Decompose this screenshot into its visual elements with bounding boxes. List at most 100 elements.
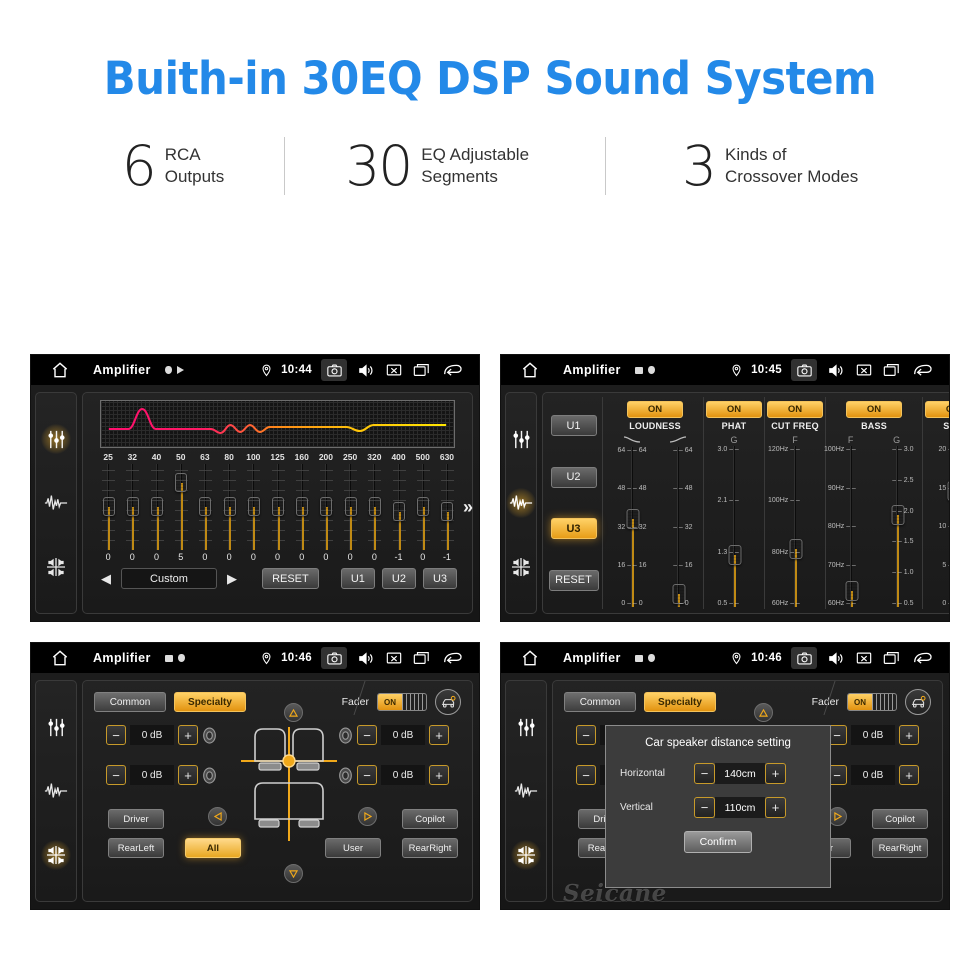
eq-slider-track[interactable] — [440, 464, 454, 550]
seat-button-user[interactable]: User — [325, 838, 381, 858]
eq-slider-track[interactable] — [247, 464, 261, 550]
horizontal-minus-button[interactable]: − — [694, 763, 715, 784]
volume-icon[interactable] — [356, 649, 375, 668]
minus-button-rear-right[interactable]: − — [357, 765, 377, 785]
waveform-icon[interactable] — [511, 776, 541, 806]
eq-slider-knob[interactable] — [368, 497, 381, 516]
vertical-plus-button[interactable]: + — [765, 797, 786, 818]
left-triangle-icon[interactable] — [208, 807, 227, 826]
eq-slider[interactable] — [193, 464, 217, 552]
home-icon[interactable] — [49, 648, 71, 668]
recents-icon[interactable] — [412, 361, 431, 380]
dsp-toggle-loudness[interactable]: ON — [627, 401, 683, 418]
seat-button-rearleft[interactable]: RearLeft — [108, 838, 164, 858]
eq-slider[interactable] — [169, 464, 193, 552]
eq-slider-track[interactable] — [126, 464, 140, 550]
dsp-slider[interactable]: 120Hz –100Hz –80Hz –60Hz – – – – – — [768, 446, 818, 607]
eq-slider-knob[interactable] — [344, 497, 357, 516]
up-triangle-icon[interactable] — [754, 703, 773, 722]
seat-button-driver[interactable]: Driver — [108, 809, 164, 829]
balance-icon[interactable] — [506, 552, 536, 582]
balance-icon[interactable] — [511, 840, 541, 870]
horizontal-plus-button[interactable]: + — [765, 763, 786, 784]
eq-slider-knob[interactable] — [320, 497, 333, 516]
eq-slider-track[interactable] — [295, 464, 309, 550]
seat-button-all[interactable]: All — [185, 838, 241, 858]
volume-icon[interactable] — [826, 649, 845, 668]
eq-slider-track[interactable] — [416, 464, 430, 550]
up-triangle-icon[interactable] — [284, 703, 303, 722]
waveform-icon[interactable] — [41, 776, 71, 806]
eq-slider-track[interactable] — [368, 464, 382, 550]
right-triangle-icon[interactable] — [358, 807, 377, 826]
dsp-slider-knob[interactable] — [947, 481, 949, 502]
balance-icon[interactable] — [41, 840, 71, 870]
eq-slider[interactable] — [411, 464, 435, 552]
tab-specialty[interactable]: Specialty — [174, 692, 246, 712]
home-icon[interactable] — [519, 648, 541, 668]
plus-button-front-right[interactable]: + — [429, 725, 449, 745]
plus-button-rear-left[interactable]: + — [178, 765, 198, 785]
dsp-slider[interactable]: 3.0 –2.1 –1.3 –0.5 – – – – – — [711, 446, 757, 607]
eq-slider-knob[interactable] — [441, 502, 454, 522]
eq-slider-knob[interactable] — [417, 497, 430, 516]
back-arrow-icon[interactable] — [910, 649, 936, 668]
dsp-toggle-cut-freq[interactable]: ON — [767, 401, 823, 418]
volume-icon[interactable] — [356, 361, 375, 380]
eq-slider-knob[interactable] — [393, 502, 406, 522]
eq-slider[interactable] — [96, 464, 120, 552]
eq-slider[interactable] — [120, 464, 144, 552]
equalizer-icon[interactable] — [511, 712, 541, 742]
car-gear-icon[interactable] — [435, 689, 461, 715]
eq-slider-track[interactable] — [319, 464, 333, 550]
dsp-slider[interactable]: –––––– 64– 48– 32– 16– 0 — [655, 447, 701, 607]
dsp-slider[interactable]: 20 –15 –10 –5 –0 –––––– — [930, 446, 949, 607]
dsp-slider[interactable]: 100Hz –90Hz –80Hz –70Hz –60Hz – – – – – – — [824, 446, 874, 607]
seat-button-rearright[interactable]: RearRight — [402, 838, 458, 858]
plus-button-front-right[interactable]: + — [899, 725, 919, 745]
eq-slider[interactable] — [362, 464, 386, 552]
camera-icon[interactable] — [321, 647, 347, 669]
eq-slider[interactable] — [386, 464, 410, 552]
plus-button-rear-right[interactable]: + — [899, 765, 919, 785]
vertical-minus-button[interactable]: − — [694, 797, 715, 818]
reset-button[interactable]: RESET — [262, 568, 319, 589]
eq-slider-track[interactable] — [198, 464, 212, 550]
minus-button-front-left[interactable]: − — [106, 725, 126, 745]
car-gear-icon[interactable] — [905, 689, 931, 715]
eq-slider-knob[interactable] — [199, 497, 212, 516]
user-preset-u1-button[interactable]: U1 — [340, 568, 375, 589]
dsp-preset-u3-button[interactable]: U3 — [550, 518, 597, 540]
seat-button-rearright[interactable]: RearRight — [872, 838, 928, 858]
dsp-toggle-phat[interactable]: ON — [706, 401, 762, 418]
eq-slider-knob[interactable] — [247, 497, 260, 516]
camera-icon[interactable] — [791, 359, 817, 381]
eq-slider-track[interactable] — [344, 464, 358, 550]
fader-toggle[interactable]: ON — [847, 693, 897, 711]
equalizer-icon[interactable] — [41, 712, 71, 742]
close-box-icon[interactable] — [854, 649, 873, 668]
double-chevron-right-icon[interactable]: » — [463, 497, 473, 518]
eq-slider-knob[interactable] — [126, 497, 139, 516]
eq-slider-knob[interactable] — [296, 497, 309, 516]
user-preset-u2-button[interactable]: U2 — [381, 568, 416, 589]
prev-preset-button[interactable]: ◀ — [98, 571, 114, 587]
down-triangle-icon[interactable] — [284, 864, 303, 883]
recents-icon[interactable] — [882, 361, 901, 380]
recents-icon[interactable] — [882, 649, 901, 668]
waveform-icon[interactable] — [41, 488, 71, 518]
plus-button-front-left[interactable]: + — [178, 725, 198, 745]
volume-icon[interactable] — [826, 361, 845, 380]
eq-slider[interactable] — [290, 464, 314, 552]
eq-slider[interactable] — [314, 464, 338, 552]
eq-slider-knob[interactable] — [151, 497, 163, 516]
fader-toggle[interactable]: ON — [377, 693, 427, 711]
eq-slider-knob[interactable] — [272, 497, 285, 516]
eq-slider-track[interactable] — [271, 464, 285, 550]
eq-slider-track[interactable] — [392, 464, 406, 550]
tab-common[interactable]: Common — [94, 692, 166, 712]
minus-button-front-left[interactable]: − — [576, 725, 596, 745]
user-preset-u3-button[interactable]: U3 — [422, 568, 457, 589]
dsp-slider[interactable]: ––––––– 3.0– 2.5– 2.0– 1.5– 1.0– 0.5 — [874, 446, 920, 607]
plus-button-rear-right[interactable]: + — [429, 765, 449, 785]
